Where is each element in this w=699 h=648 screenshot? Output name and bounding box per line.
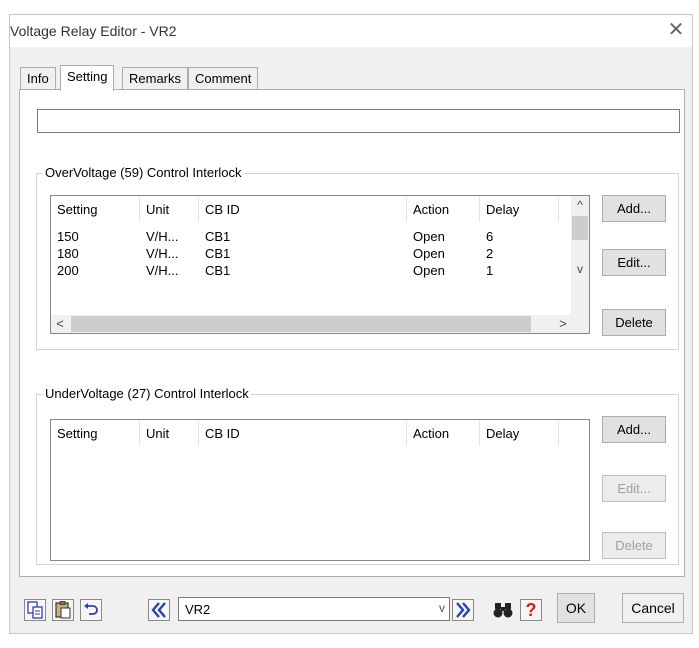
- column-header-action[interactable]: Action: [407, 196, 480, 222]
- overvoltage-edit-button[interactable]: Edit...: [602, 249, 666, 276]
- close-button[interactable]: ✕: [664, 19, 688, 41]
- cell-delay: 1: [486, 263, 494, 278]
- scroll-left-arrow-icon[interactable]: <: [51, 315, 69, 333]
- cell-action: Open: [413, 246, 445, 261]
- table-row[interactable]: 200 V/H... CB1 Open 1: [51, 263, 571, 280]
- double-chevron-right-icon[interactable]: [452, 599, 474, 621]
- undervoltage-delete-button[interactable]: Delete: [602, 532, 666, 559]
- undervoltage-group: UnderVoltage (27) Control Interlock Sett…: [36, 386, 679, 565]
- column-header-delay[interactable]: Delay: [480, 420, 559, 446]
- undervoltage-list[interactable]: Setting Unit CB ID Action Delay: [50, 419, 590, 561]
- undervoltage-edit-button[interactable]: Edit...: [602, 475, 666, 502]
- undervoltage-list-header: Setting Unit CB ID Action Delay: [51, 420, 589, 446]
- double-chevron-left-icon[interactable]: [148, 599, 170, 621]
- column-header-delay[interactable]: Delay: [480, 196, 559, 222]
- overvoltage-delete-button[interactable]: Delete: [602, 309, 666, 336]
- cell-unit: V/H...: [146, 229, 179, 244]
- cell-unit: V/H...: [146, 263, 179, 278]
- cell-setting: 150: [57, 229, 79, 244]
- binoculars-icon[interactable]: [492, 599, 514, 621]
- scroll-up-arrow-icon[interactable]: ^: [571, 198, 589, 212]
- cell-cb-id: CB1: [205, 229, 231, 244]
- column-header-action[interactable]: Action: [407, 420, 480, 446]
- vertical-scrollbar[interactable]: ^ v: [571, 196, 589, 315]
- cell-action: Open: [413, 263, 445, 278]
- help-icon[interactable]: ?: [520, 599, 542, 621]
- cell-setting: 180: [57, 246, 79, 261]
- title-bar: Voltage Relay Editor - VR2 ✕: [10, 15, 692, 47]
- overvoltage-group-legend: OverVoltage (59) Control Interlock: [43, 165, 244, 180]
- chevron-down-icon[interactable]: v: [439, 601, 445, 615]
- undervoltage-add-button[interactable]: Add...: [602, 416, 666, 443]
- record-selector-combo[interactable]: VR2 v: [178, 597, 450, 621]
- vertical-scroll-thumb[interactable]: [572, 216, 588, 240]
- horizontal-scrollbar[interactable]: < >: [51, 315, 572, 333]
- scroll-down-arrow-icon[interactable]: v: [571, 262, 589, 276]
- setting-tab-panel: OverVoltage (59) Control Interlock Setti…: [19, 89, 685, 577]
- window-title: Voltage Relay Editor - VR2: [10, 23, 177, 39]
- voltage-relay-editor-dialog: Voltage Relay Editor - VR2 ✕ Info Settin…: [9, 14, 693, 634]
- undervoltage-group-legend: UnderVoltage (27) Control Interlock: [43, 386, 251, 401]
- cell-action: Open: [413, 229, 445, 244]
- cancel-button[interactable]: Cancel: [622, 593, 684, 623]
- table-row[interactable]: 150 V/H... CB1 Open 6: [51, 229, 571, 246]
- horizontal-scroll-thumb[interactable]: [71, 316, 531, 332]
- copy-icon[interactable]: [24, 599, 46, 621]
- tab-info[interactable]: Info: [20, 67, 56, 90]
- overvoltage-add-button[interactable]: Add...: [602, 195, 666, 222]
- overvoltage-group: OverVoltage (59) Control Interlock Setti…: [36, 165, 679, 350]
- cell-cb-id: CB1: [205, 263, 231, 278]
- paste-icon[interactable]: [52, 599, 74, 621]
- setting-text-field[interactable]: [37, 109, 680, 133]
- cell-delay: 2: [486, 246, 494, 261]
- record-selector-value: VR2: [185, 602, 211, 617]
- help-symbol: ?: [525, 600, 537, 620]
- tab-comment[interactable]: Comment: [188, 67, 259, 90]
- column-header-setting[interactable]: Setting: [51, 420, 140, 446]
- column-header-cb-id[interactable]: CB ID: [199, 420, 407, 446]
- tab-setting[interactable]: Setting: [60, 65, 115, 91]
- column-header-unit[interactable]: Unit: [140, 420, 199, 446]
- ok-button[interactable]: OK: [557, 593, 595, 623]
- cell-cb-id: CB1: [205, 246, 231, 261]
- overvoltage-list-header: Setting Unit CB ID Action Delay: [51, 196, 589, 222]
- tab-remarks[interactable]: Remarks: [122, 67, 189, 90]
- cell-unit: V/H...: [146, 246, 179, 261]
- cell-setting: 200: [57, 263, 79, 278]
- undo-icon[interactable]: [80, 599, 102, 621]
- column-header-cb-id[interactable]: CB ID: [199, 196, 407, 222]
- cell-delay: 6: [486, 229, 494, 244]
- column-header-setting[interactable]: Setting: [51, 196, 140, 222]
- scroll-right-arrow-icon[interactable]: >: [554, 315, 572, 333]
- table-row[interactable]: 180 V/H... CB1 Open 2: [51, 246, 571, 263]
- scrollbar-corner: [571, 315, 589, 333]
- column-header-unit[interactable]: Unit: [140, 196, 199, 222]
- overvoltage-list[interactable]: Setting Unit CB ID Action Delay 150 V/H.…: [50, 195, 590, 334]
